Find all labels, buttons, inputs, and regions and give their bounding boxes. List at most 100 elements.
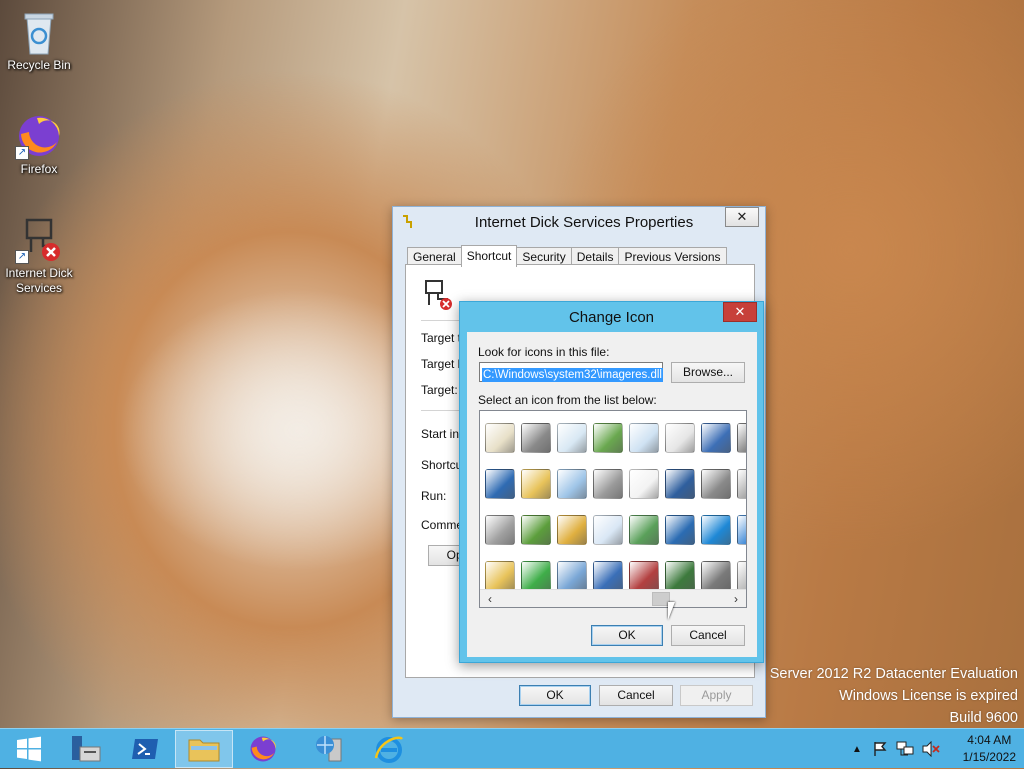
firefox-icon: ↗: [15, 112, 63, 160]
checklist-undo-icon: [557, 423, 587, 453]
users-check-icon: [521, 515, 551, 545]
icon-cell[interactable]: [590, 507, 626, 553]
icon-cell[interactable]: [662, 461, 698, 507]
icon-cell[interactable]: [626, 461, 662, 507]
browse-button[interactable]: Browse...: [671, 362, 745, 383]
horizontal-scrollbar[interactable]: ‹ ›: [480, 589, 746, 607]
taskbar-clock[interactable]: 4:04 AM 1/15/2022: [963, 732, 1016, 766]
start-in-label: Start in:: [421, 427, 463, 441]
icon-cell[interactable]: [518, 507, 554, 553]
partial-icon-2: [737, 469, 746, 499]
iis-manager-icon: [316, 736, 342, 762]
icon-cell[interactable]: [626, 507, 662, 553]
table-columns-icon: [629, 423, 659, 453]
icon-file-path-input[interactable]: C:\Windows\system32\imageres.dll: [479, 362, 663, 382]
icon-cell[interactable]: [590, 461, 626, 507]
user-block-icon: [629, 561, 659, 591]
change-icon-dialog: Change Icon ✕ Look for icons in this fil…: [459, 301, 764, 663]
icon-cell[interactable]: [554, 415, 590, 461]
icon-cell[interactable]: [482, 507, 518, 553]
desktop-icon-internet-dick-services[interactable]: ↗ Internet Dick Services: [1, 216, 77, 296]
clock-date: 1/15/2022: [962, 750, 1016, 764]
taskbar: ▲ 4:04 AM 1/15/2022: [0, 728, 1024, 768]
network-icon[interactable]: [896, 741, 914, 757]
taskbar-server-manager[interactable]: [56, 730, 114, 768]
ok-button[interactable]: OK: [591, 625, 663, 646]
desktop-icon-recycle-bin[interactable]: Recycle Bin: [1, 8, 77, 73]
run-label: Run:: [421, 489, 447, 503]
icon-cell[interactable]: [662, 415, 698, 461]
taskbar-powershell[interactable]: [116, 730, 174, 768]
icon-cell[interactable]: [734, 415, 746, 461]
window-title: Internet Dick Services Properties: [474, 214, 694, 231]
target-label: Target:: [421, 383, 458, 397]
user-computer-icon: [485, 469, 515, 499]
scroll-right-arrow-icon[interactable]: ›: [728, 591, 744, 607]
desktop-icon-label: Recycle Bin: [7, 58, 71, 72]
ok-button[interactable]: OK: [519, 685, 591, 706]
window-pane-icon: [557, 469, 587, 499]
icon-cell[interactable]: [698, 461, 734, 507]
icon-list[interactable]: ‹ ›: [479, 410, 747, 608]
folder-clock-icon: [485, 561, 515, 591]
tab-shortcut[interactable]: Shortcut: [460, 245, 518, 267]
windows-logo-icon: [17, 736, 41, 762]
icon-cell[interactable]: [482, 461, 518, 507]
shortcut-arrow-icon: ↗: [15, 146, 29, 160]
user-terminal-icon: [665, 561, 695, 591]
icon-cell[interactable]: [698, 415, 734, 461]
taskbar-file-explorer[interactable]: [175, 730, 233, 768]
icon-cell[interactable]: [482, 415, 518, 461]
apply-button[interactable]: Apply: [680, 685, 753, 706]
firefox-icon: [250, 736, 276, 762]
fax-icon: [485, 515, 515, 545]
action-center-flag-icon[interactable]: [872, 741, 888, 757]
powershell-icon: [132, 739, 158, 759]
clock-error-icon: [629, 515, 659, 545]
start-button[interactable]: [0, 730, 58, 768]
properties-titlebar[interactable]: Internet Dick Services Properties ✕: [393, 207, 765, 237]
volume-muted-icon[interactable]: [922, 741, 940, 757]
close-button[interactable]: ✕: [723, 302, 757, 322]
scroll-left-arrow-icon[interactable]: ‹: [482, 591, 498, 607]
media-drive-icon: [701, 561, 731, 591]
close-button[interactable]: ✕: [725, 207, 759, 227]
list-view-icon: [665, 423, 695, 453]
taskbar-iis-manager[interactable]: [300, 730, 358, 768]
cancel-button[interactable]: Cancel: [671, 625, 745, 646]
watermark-line: Build 9600: [949, 710, 1018, 726]
network-users-icon: [593, 561, 623, 591]
icon-cell[interactable]: [734, 507, 746, 553]
taskbar-internet-explorer[interactable]: [360, 730, 418, 768]
watermark-line: Server 2012 R2 Datacenter Evaluation: [769, 666, 1018, 682]
icon-cell[interactable]: [626, 415, 662, 461]
partial-icon-4: [737, 561, 746, 591]
desktop-icon-firefox[interactable]: ↗ Firefox: [1, 112, 77, 177]
cancel-button[interactable]: Cancel: [599, 685, 673, 706]
taskbar-firefox[interactable]: [234, 730, 292, 768]
shortcut-arrow-icon: ↗: [15, 250, 29, 264]
icon-cell[interactable]: [518, 415, 554, 461]
icon-cell[interactable]: [518, 461, 554, 507]
path-text-selected: C:\Windows\system32\imageres.dll: [482, 368, 663, 382]
network-error-icon: ↗: [15, 216, 63, 264]
shortcut-large-icon: [425, 280, 452, 310]
list-lines-icon: [557, 561, 587, 591]
dialog-title: Change Icon: [568, 309, 655, 326]
desktop-icon-label: Firefox: [20, 162, 58, 176]
icon-cell[interactable]: [734, 461, 746, 507]
printer-icon: [593, 469, 623, 499]
internet-explorer-icon: [374, 736, 403, 763]
icon-cell[interactable]: [662, 507, 698, 553]
watermark-line: Windows License is expired: [839, 688, 1018, 704]
icon-cell[interactable]: [590, 415, 626, 461]
desktop-icon-label: Internet Dick Services: [5, 266, 73, 295]
server-manager-icon: [72, 736, 101, 762]
icon-cell[interactable]: [554, 507, 590, 553]
folder-icon: [188, 739, 220, 762]
mouse-cursor: [668, 602, 682, 620]
show-hidden-icons-icon[interactable]: ▲: [852, 744, 862, 755]
icon-cell[interactable]: [554, 461, 590, 507]
icon-grid: [482, 415, 746, 599]
icon-cell[interactable]: [698, 507, 734, 553]
